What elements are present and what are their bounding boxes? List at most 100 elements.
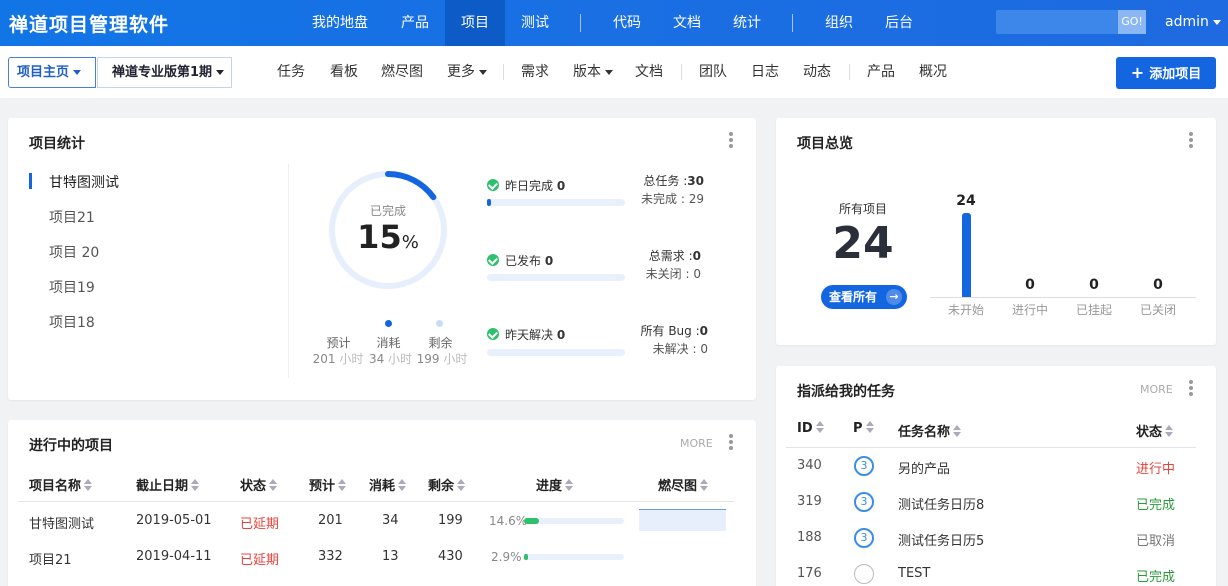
- sort-icon: [398, 479, 407, 491]
- crumb-label: 禅道专业版第1期: [112, 65, 213, 80]
- hours-estimated: 201 小时: [308, 350, 368, 367]
- metric-value: 0: [700, 342, 708, 356]
- sort-icon: [269, 479, 278, 491]
- cell-name[interactable]: 甘特图测试: [29, 513, 94, 532]
- more-link[interactable]: MORE: [1140, 383, 1173, 396]
- add-project-label: 添加项目: [1149, 67, 1202, 82]
- cell-task-name[interactable]: 另的产品: [898, 458, 950, 477]
- project-stats-card: 项目统计 甘特图测试 项目21 项目 20 项目19 项目18 已完成 15% …: [8, 118, 756, 400]
- nav-code[interactable]: 代码: [597, 0, 657, 46]
- nav-product[interactable]: 产品: [385, 0, 445, 46]
- status-bar-value: 0: [1153, 277, 1163, 293]
- sort-icon: [338, 479, 347, 491]
- col-header-label: P: [853, 421, 863, 436]
- project-list-item[interactable]: 项目18: [49, 312, 95, 332]
- sort-icon: [191, 479, 200, 491]
- col-header-label: 任务名称: [898, 425, 951, 440]
- search-input[interactable]: [996, 10, 1116, 34]
- subnav-product[interactable]: 产品: [867, 46, 895, 98]
- view-all-button[interactable]: 查看所有 →: [821, 285, 907, 309]
- metric-label: 总任务: [643, 174, 680, 188]
- col-header-burndown[interactable]: 燃尽图: [658, 475, 709, 494]
- search-go-button[interactable]: GO!: [1118, 10, 1146, 34]
- nav-org[interactable]: 组织: [809, 0, 869, 46]
- sort-icon: [815, 421, 824, 433]
- subnav-team[interactable]: 团队: [699, 46, 727, 98]
- progress-fill: [524, 518, 539, 524]
- col-header-status[interactable]: 状态: [1136, 421, 1174, 440]
- metric-label: 所有 Bug: [640, 324, 692, 338]
- brand-logo[interactable]: 禅道项目管理软件: [9, 10, 169, 37]
- nav-divider: [580, 14, 581, 32]
- status-bar-label: 已挂起: [1075, 303, 1112, 317]
- more-link[interactable]: MORE: [680, 437, 713, 450]
- hours-consumed: 34 小时: [363, 350, 418, 367]
- col-header-estimate[interactable]: 预计: [309, 475, 347, 494]
- col-header-left[interactable]: 剩余: [428, 475, 466, 494]
- legend-estimated: 预计: [326, 336, 351, 350]
- project-list-item[interactable]: 项目19: [49, 277, 95, 297]
- metric-value: 29: [688, 192, 704, 206]
- card-title: 指派给我的任务: [797, 384, 895, 400]
- cell-consumed: 13: [382, 549, 399, 564]
- col-header-label: 项目名称: [29, 479, 82, 494]
- burndown-sparkline[interactable]: [639, 509, 726, 531]
- subnav-log[interactable]: 日志: [751, 46, 779, 98]
- add-project-button[interactable]: + 添加项目: [1116, 57, 1216, 89]
- user-name: admin: [1165, 14, 1209, 30]
- col-header-name[interactable]: 项目名称: [29, 475, 93, 494]
- project-list-item[interactable]: 项目21: [49, 207, 95, 227]
- subnav-overview[interactable]: 概况: [919, 46, 947, 98]
- subnav-kanban[interactable]: 看板: [330, 46, 358, 98]
- project-list-item[interactable]: 甘特图测试: [49, 172, 119, 192]
- project-list-item[interactable]: 项目 20: [49, 242, 99, 262]
- cell-task-name[interactable]: 测试任务日历8: [898, 494, 984, 513]
- nav-admin[interactable]: 后台: [869, 0, 929, 46]
- nav-test[interactable]: 测试: [505, 0, 565, 46]
- check-circle-icon: [487, 328, 499, 340]
- all-projects-count: 24: [832, 218, 894, 269]
- cell-estimate: 332: [318, 549, 343, 564]
- more-vert-icon[interactable]: [729, 434, 733, 450]
- subnav-dynamic[interactable]: 动态: [803, 46, 831, 98]
- sort-icon: [457, 479, 466, 491]
- nav-report[interactable]: 统计: [717, 0, 777, 46]
- project-home-dropdown[interactable]: 项目主页: [8, 57, 96, 88]
- col-header-consumed[interactable]: 消耗: [369, 475, 407, 494]
- nav-my[interactable]: 我的地盘: [300, 0, 380, 46]
- cell-task-name[interactable]: TEST: [898, 566, 930, 581]
- cell-name[interactable]: 项目21: [29, 549, 72, 568]
- metric-label: 未完成: [641, 192, 678, 206]
- col-header-task-name[interactable]: 任务名称: [898, 421, 962, 440]
- status-bar-value: 24: [956, 193, 976, 209]
- unfinished-tasks: 未完成 : 29: [641, 192, 704, 206]
- check-circle-icon: [487, 254, 499, 266]
- cell-id: 340: [797, 458, 822, 473]
- nav-doc[interactable]: 文档: [657, 0, 717, 46]
- subnav-more[interactable]: 更多: [447, 46, 487, 98]
- cell-task-name[interactable]: 测试任务日历5: [898, 530, 984, 549]
- subnav-build[interactable]: 版本: [573, 46, 613, 98]
- sort-icon: [1165, 425, 1174, 437]
- status-bar: [962, 213, 971, 297]
- progress-track: [524, 518, 624, 524]
- user-menu[interactable]: admin: [1165, 14, 1221, 30]
- more-vert-icon[interactable]: [1189, 132, 1193, 148]
- project-switcher-dropdown[interactable]: 禅道专业版第1期: [97, 57, 232, 88]
- nav-project[interactable]: 项目: [445, 0, 505, 46]
- subnav-doc[interactable]: 文档: [635, 46, 663, 98]
- subnav-story[interactable]: 需求: [521, 46, 549, 98]
- col-header-label: 状态: [240, 479, 267, 494]
- more-vert-icon[interactable]: [729, 132, 733, 148]
- col-header-progress[interactable]: 进度: [536, 475, 574, 494]
- col-header-deadline[interactable]: 截止日期: [136, 475, 200, 494]
- subnav-burndown[interactable]: 燃尽图: [381, 46, 423, 98]
- header-divider: [18, 501, 734, 502]
- col-header-status[interactable]: 状态: [240, 475, 278, 494]
- col-header-id[interactable]: ID: [797, 421, 824, 436]
- more-vert-icon[interactable]: [1189, 380, 1193, 396]
- stat-label: 昨日完成: [505, 179, 554, 193]
- top-navbar: 禅道项目管理软件 我的地盘 产品 项目 测试 代码 文档 统计 组织 后台 GO…: [0, 0, 1228, 46]
- subnav-task[interactable]: 任务: [277, 46, 305, 98]
- col-header-priority[interactable]: P: [853, 421, 874, 436]
